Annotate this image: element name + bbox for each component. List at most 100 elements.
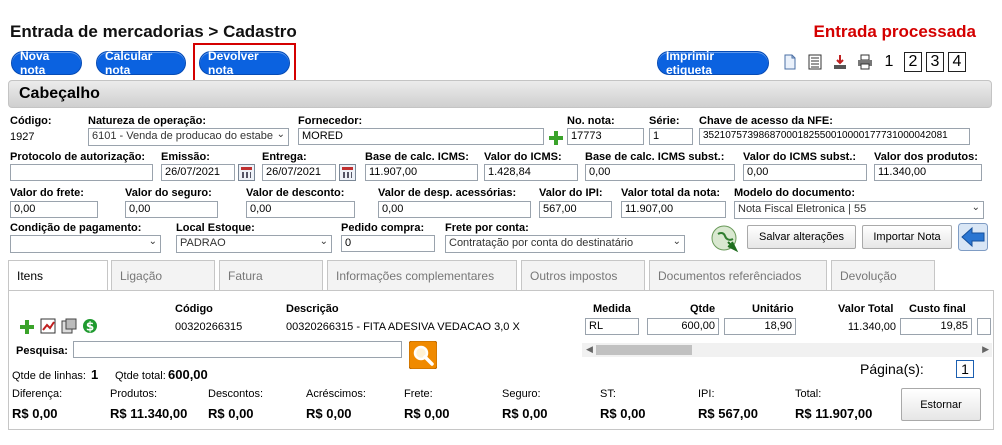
money-icon[interactable]: $: [82, 318, 98, 334]
access-key-input[interactable]: 3521075739868700018255001000017773100004…: [699, 128, 970, 145]
icms-base-label: Base de calc. ICMS:: [365, 151, 469, 163]
stock-location-select[interactable]: PADRAO ⌄: [176, 235, 332, 253]
return-note-button[interactable]: Devolver nota: [199, 49, 290, 77]
chevron-down-icon: ⌄: [148, 236, 157, 247]
printer-icon[interactable]: [857, 54, 873, 70]
operation-select[interactable]: 6101 - Venda de producao do estabe ⌄: [88, 128, 289, 146]
icms-st-base-input[interactable]: 0,00: [585, 164, 735, 181]
total-label: Produtos:: [110, 388, 158, 400]
total-label: Total:: [795, 388, 822, 400]
page-title: Entrada de mercadorias > Cadastro: [10, 22, 297, 41]
tab-referenced-docs[interactable]: Documentos referênciados: [649, 260, 827, 290]
item-code: 00320266315: [175, 321, 243, 333]
protocol-label: Protocolo de autorização:: [10, 151, 146, 163]
new-note-button[interactable]: Nova nota: [11, 49, 82, 77]
page-number[interactable]: 3: [926, 52, 944, 72]
item-total-value: 11.340,00: [847, 321, 896, 333]
tab-link[interactable]: Ligação: [111, 260, 215, 290]
operation-label: Natureza de operação:: [88, 115, 206, 127]
payment-condition-select[interactable]: ⌄: [10, 235, 161, 253]
products-value-input[interactable]: 11.340,00: [874, 164, 982, 181]
total-value: R$ 11.907,00: [795, 406, 873, 421]
item-unit-input[interactable]: RL: [585, 318, 639, 335]
save-changes-button[interactable]: Salvar alterações: [747, 225, 856, 249]
total-label: Frete:: [404, 388, 433, 400]
insurance-input[interactable]: 0,00: [125, 201, 218, 218]
col-code: Código: [175, 303, 213, 315]
section-header: Cabeçalho: [8, 80, 992, 108]
freight-payer-select[interactable]: Contratação por conta do destinatário ⌄: [445, 235, 685, 253]
calendar-icon[interactable]: [339, 164, 356, 181]
scrollbar-thumb[interactable]: [596, 345, 692, 355]
products-value-label: Valor dos produtos:: [874, 151, 978, 163]
total-label: Diferença:: [12, 388, 63, 400]
doc-model-select[interactable]: Nota Fiscal Eletronica | 55 ⌄: [734, 201, 984, 219]
total-value: R$ 0,00: [502, 406, 548, 421]
total-value: R$ 0,00: [404, 406, 450, 421]
page-number[interactable]: 2: [904, 52, 922, 72]
icms-base-input[interactable]: 11.907,00: [365, 164, 478, 181]
total-label: IPI:: [698, 388, 715, 400]
tab-invoice[interactable]: Fatura: [219, 260, 323, 290]
note-total-input[interactable]: 11.907,00: [621, 201, 726, 218]
scroll-right-icon[interactable]: ▶: [982, 344, 989, 355]
freight-input[interactable]: 0,00: [10, 201, 98, 218]
tab-complementary-info[interactable]: Informações complementares: [327, 260, 517, 290]
purchase-order-input[interactable]: 0: [341, 235, 435, 252]
page-number[interactable]: 1: [880, 52, 898, 72]
delivery-date-input[interactable]: 26/07/2021: [262, 164, 336, 181]
protocol-input[interactable]: [10, 164, 153, 181]
total-value: R$ 0,00: [600, 406, 646, 421]
item-qty-input[interactable]: 600,00: [647, 318, 719, 335]
tab-other-taxes[interactable]: Outros impostos: [521, 260, 645, 290]
total-label: Descontos:: [208, 388, 264, 400]
col-final-cost: Custo final: [909, 303, 966, 315]
chart-document-icon[interactable]: [40, 318, 56, 334]
refresh-globe-icon[interactable]: [708, 222, 742, 254]
qty-total: 600,00: [168, 367, 208, 382]
discount-input[interactable]: 0,00: [246, 201, 355, 218]
code-value: 1927: [10, 131, 35, 143]
tab-return[interactable]: Devolução: [831, 260, 935, 290]
item-final-cost-input[interactable]: 19,85: [900, 318, 972, 335]
add-supplier-icon[interactable]: [549, 131, 563, 145]
ipi-input[interactable]: 567,00: [539, 201, 612, 218]
item-unit-price-input[interactable]: 18,90: [724, 318, 796, 335]
current-page[interactable]: 1: [956, 360, 974, 378]
list-document-icon[interactable]: [807, 54, 823, 70]
calculate-note-button[interactable]: Calcular nota: [96, 49, 186, 77]
calendar-icon[interactable]: [238, 164, 255, 181]
icms-st-value-label: Valor do ICMS subst.:: [743, 151, 857, 163]
reverse-button[interactable]: Estornar: [901, 388, 981, 421]
back-arrow-icon[interactable]: [958, 223, 988, 251]
search-icon[interactable]: [409, 341, 437, 369]
doc-model-label: Modelo do documento:: [734, 187, 855, 199]
icms-value-label: Valor do ICMS:: [484, 151, 562, 163]
total-value: R$ 0,00: [306, 406, 352, 421]
issue-date-input[interactable]: 26/07/2021: [161, 164, 235, 181]
note-number-label: No. nota:: [567, 115, 615, 127]
add-item-icon[interactable]: [20, 320, 34, 334]
scroll-left-icon[interactable]: ◀: [586, 344, 593, 355]
icms-st-value-input[interactable]: 0,00: [743, 164, 867, 181]
horizontal-scrollbar[interactable]: ◀ ▶: [582, 343, 992, 357]
download-icon[interactable]: [832, 54, 848, 70]
copy-item-icon[interactable]: [61, 318, 77, 334]
line-count-label: Qtde de linhas:: [12, 370, 86, 382]
tab-items[interactable]: Itens: [8, 260, 108, 291]
import-note-button[interactable]: Importar Nota: [862, 225, 952, 249]
page-number[interactable]: 4: [948, 52, 966, 72]
search-input[interactable]: [73, 341, 402, 358]
total-label: Acréscimos:: [306, 388, 366, 400]
expenses-input[interactable]: 0,00: [378, 201, 531, 218]
series-input[interactable]: 1: [649, 128, 693, 145]
note-number-input[interactable]: 17773: [567, 128, 644, 145]
purchase-order-label: Pedido compra:: [341, 222, 425, 234]
print-label-button[interactable]: Imprimir etiqueta: [657, 49, 769, 77]
document-icon[interactable]: [782, 54, 798, 70]
supplier-input[interactable]: MORED: [298, 128, 544, 145]
item-extra-input[interactable]: [977, 318, 991, 335]
access-key-label: Chave de acesso da NFE:: [699, 115, 833, 127]
pagination-label: Página(s):: [860, 361, 924, 377]
icms-value-input[interactable]: 1.428,84: [484, 164, 578, 181]
